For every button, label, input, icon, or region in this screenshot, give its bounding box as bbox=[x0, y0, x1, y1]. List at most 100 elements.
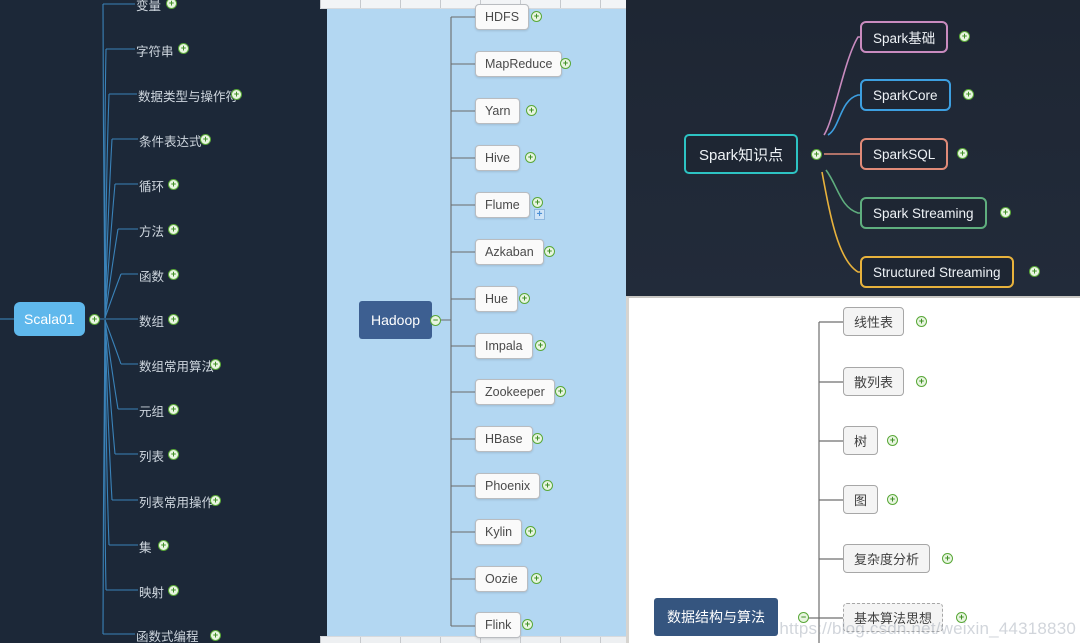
expand-badge-scala-4[interactable] bbox=[168, 179, 179, 190]
node-label: Spark知识点 bbox=[699, 146, 784, 164]
expand-badge-hadoop-4[interactable] bbox=[532, 197, 543, 208]
expand-badge-scala-11[interactable] bbox=[210, 495, 221, 506]
node-hadoop-child-6[interactable]: Hue bbox=[475, 286, 518, 312]
node-hadoop-child-11[interactable]: Kylin bbox=[475, 519, 523, 545]
expand-badge-spark-0[interactable] bbox=[959, 31, 970, 42]
expand-badge-scala-10[interactable] bbox=[168, 449, 179, 460]
expand-badge-scala-2[interactable] bbox=[231, 89, 242, 100]
expand-badge-scala-6[interactable] bbox=[168, 269, 179, 280]
expand-badge-scala-8[interactable] bbox=[210, 359, 221, 370]
expand-badge-ds-3[interactable] bbox=[887, 494, 898, 505]
node-label: 数据类型与操作符 bbox=[138, 90, 239, 104]
node-hadoop-child-10[interactable]: Phoenix bbox=[475, 473, 541, 499]
node-hadoop-child-4[interactable]: Flume bbox=[475, 192, 530, 218]
node-hadoop-child-9[interactable]: HBase bbox=[475, 426, 533, 452]
expand-badge-hadoop-6[interactable] bbox=[519, 293, 530, 304]
expand-badge-scala-5[interactable] bbox=[168, 224, 179, 235]
expand-badge-hadoop-11[interactable] bbox=[525, 526, 536, 537]
node-label: SparkSQL bbox=[873, 146, 936, 162]
node-scala-child-7[interactable]: 数组 bbox=[139, 311, 164, 330]
node-spark-child-2[interactable]: SparkSQL bbox=[860, 138, 949, 170]
node-hadoop-child-13[interactable]: Flink bbox=[475, 612, 522, 638]
add-node-badge-flume[interactable] bbox=[534, 209, 545, 220]
node-label: 基本算法思想 bbox=[854, 611, 933, 626]
node-scala-child-0[interactable]: 变量 bbox=[136, 0, 161, 14]
mindmap-canvas: Scala01 变量 字符串 数据类型与操作符 条件表达式 循环 方法 函数 数… bbox=[0, 0, 1080, 643]
expand-badge-spark-2[interactable] bbox=[957, 148, 968, 159]
node-spark-child-0[interactable]: Spark基础 bbox=[860, 21, 949, 53]
expand-badge-hadoop-7[interactable] bbox=[535, 340, 546, 351]
expand-badge-ds-5[interactable] bbox=[956, 612, 967, 623]
expand-badge-scala-9[interactable] bbox=[168, 404, 179, 415]
expand-badge-hadoop-5[interactable] bbox=[544, 246, 555, 257]
expand-badge-spark-root[interactable] bbox=[811, 149, 822, 160]
expand-badge-hadoop-9[interactable] bbox=[532, 433, 543, 444]
node-label: Structured Streaming bbox=[873, 264, 1001, 280]
node-spark-child-1[interactable]: SparkCore bbox=[860, 79, 951, 111]
node-label: 树 bbox=[854, 434, 868, 449]
node-ds-root[interactable]: 数据结构与算法 bbox=[654, 598, 778, 636]
expand-badge-spark-3[interactable] bbox=[1000, 207, 1011, 218]
node-hadoop-child-5[interactable]: Azkaban bbox=[475, 239, 544, 265]
expand-badge-hadoop-13[interactable] bbox=[522, 619, 533, 630]
node-spark-root[interactable]: Spark知识点 bbox=[684, 134, 799, 174]
node-scala-child-12[interactable]: 集 bbox=[139, 537, 152, 556]
expand-badge-hadoop-12[interactable] bbox=[531, 573, 542, 584]
node-scala-child-9[interactable]: 元组 bbox=[139, 401, 164, 420]
expand-badge-spark-4[interactable] bbox=[1029, 266, 1040, 277]
node-scala01-root[interactable]: Scala01 bbox=[14, 302, 85, 336]
node-scala-child-1[interactable]: 字符串 bbox=[136, 41, 174, 60]
expand-badge-scala-7[interactable] bbox=[168, 314, 179, 325]
node-label: Azkaban bbox=[485, 245, 534, 259]
node-scala-child-5[interactable]: 方法 bbox=[139, 221, 164, 240]
expand-badge-scala-1[interactable] bbox=[178, 43, 189, 54]
expand-badge-scala-13[interactable] bbox=[168, 585, 179, 596]
node-ds-child-0[interactable]: 线性表 bbox=[843, 307, 905, 336]
expand-badge-scala-root[interactable] bbox=[89, 314, 100, 325]
node-hadoop-child-7[interactable]: Impala bbox=[475, 333, 533, 359]
node-hadoop-child-2[interactable]: Yarn bbox=[475, 98, 521, 124]
node-scala-child-11[interactable]: 列表常用操作 bbox=[139, 492, 214, 511]
expand-badge-ds-0[interactable] bbox=[916, 316, 927, 327]
node-label: 映射 bbox=[139, 586, 165, 600]
node-scala-child-3[interactable]: 条件表达式 bbox=[139, 131, 202, 150]
node-ds-child-3[interactable]: 图 bbox=[843, 485, 879, 514]
node-spark-child-3[interactable]: Spark Streaming bbox=[860, 197, 987, 229]
expand-badge-ds-1[interactable] bbox=[916, 376, 927, 387]
node-scala-child-2[interactable]: 数据类型与操作符 bbox=[138, 86, 238, 105]
expand-badge-hadoop-8[interactable] bbox=[555, 386, 566, 397]
node-ds-child-1[interactable]: 散列表 bbox=[843, 367, 905, 396]
node-label: 散列表 bbox=[854, 375, 894, 390]
node-hadoop-root[interactable]: Hadoop bbox=[359, 301, 433, 339]
collapse-badge-ds-root[interactable] bbox=[798, 612, 809, 623]
collapse-badge-hadoop-root[interactable] bbox=[430, 315, 441, 326]
node-ds-child-4[interactable]: 复杂度分析 bbox=[843, 544, 931, 573]
expand-badge-scala-12[interactable] bbox=[158, 540, 169, 551]
node-label: 线性表 bbox=[854, 315, 894, 330]
node-spark-child-4[interactable]: Structured Streaming bbox=[860, 256, 1014, 288]
node-scala-child-4[interactable]: 循环 bbox=[139, 176, 164, 195]
node-hadoop-child-8[interactable]: Zookeeper bbox=[475, 379, 555, 405]
node-hadoop-child-12[interactable]: Oozie bbox=[475, 566, 528, 592]
node-label: 元组 bbox=[139, 405, 165, 419]
node-ds-child-5[interactable]: 基本算法思想 bbox=[843, 603, 944, 632]
node-hadoop-child-0[interactable]: HDFS bbox=[475, 4, 530, 30]
expand-badge-scala-14[interactable] bbox=[210, 630, 221, 641]
node-ds-child-2[interactable]: 树 bbox=[843, 426, 879, 455]
node-scala-child-6[interactable]: 函数 bbox=[139, 266, 164, 285]
expand-badge-ds-4[interactable] bbox=[942, 553, 953, 564]
expand-badge-hadoop-0[interactable] bbox=[531, 11, 542, 22]
node-scala-child-10[interactable]: 列表 bbox=[139, 446, 164, 465]
expand-badge-hadoop-2[interactable] bbox=[526, 105, 537, 116]
node-scala-child-14[interactable]: 函数式编程 bbox=[136, 626, 199, 643]
node-scala-child-13[interactable]: 映射 bbox=[139, 582, 164, 601]
expand-badge-hadoop-10[interactable] bbox=[542, 480, 553, 491]
expand-badge-scala-3[interactable] bbox=[200, 134, 211, 145]
expand-badge-hadoop-1[interactable] bbox=[560, 58, 571, 69]
expand-badge-ds-2[interactable] bbox=[887, 435, 898, 446]
node-scala-child-8[interactable]: 数组常用算法 bbox=[139, 356, 214, 375]
node-hadoop-child-1[interactable]: MapReduce bbox=[475, 51, 563, 77]
expand-badge-hadoop-3[interactable] bbox=[525, 152, 536, 163]
node-hadoop-child-3[interactable]: Hive bbox=[475, 145, 521, 171]
expand-badge-spark-1[interactable] bbox=[963, 89, 974, 100]
